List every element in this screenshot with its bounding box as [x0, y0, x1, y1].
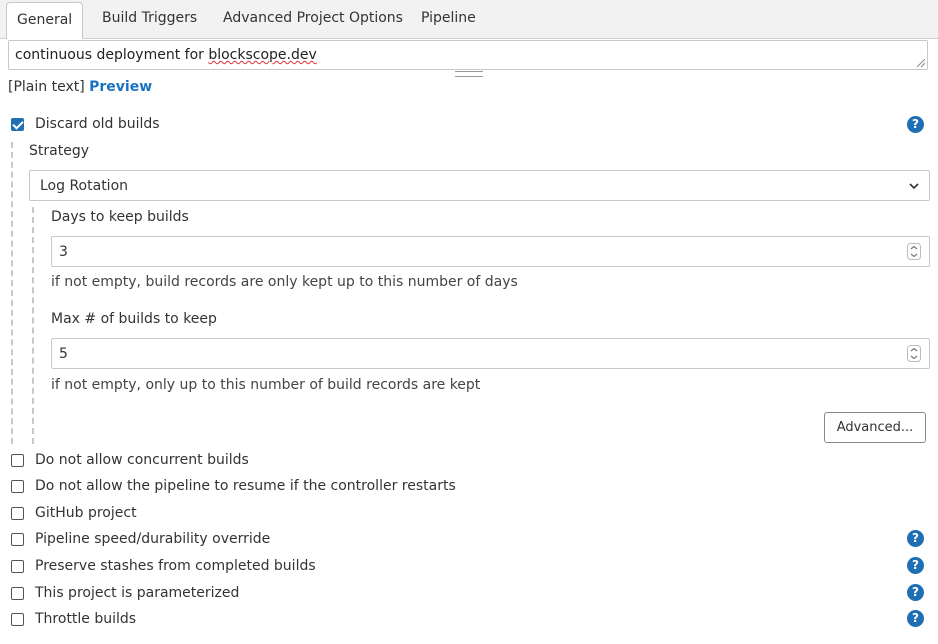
option-checkbox[interactable] [11, 507, 24, 520]
max-builds-hint: if not empty, only up to this number of … [51, 377, 481, 393]
option-checkbox[interactable] [11, 613, 24, 626]
tab-build-triggers[interactable]: Build Triggers [102, 10, 197, 26]
days-to-keep-value: 3 [59, 244, 68, 260]
description-text: continuous deployment for blockscope.dev [15, 47, 317, 63]
option-label: This project is parameterized [35, 585, 240, 601]
tab-advanced-project-options[interactable]: Advanced Project Options [223, 10, 403, 26]
option-label: Do not allow the pipeline to resume if t… [35, 478, 456, 494]
discard-old-builds-checkbox[interactable] [11, 118, 24, 131]
number-spinner-icon[interactable] [907, 243, 921, 260]
tab-general[interactable]: General [6, 2, 84, 39]
help-icon[interactable]: ? [907, 584, 924, 601]
option-checkbox[interactable] [11, 454, 24, 467]
help-icon[interactable]: ? [907, 530, 924, 547]
preview-link[interactable]: Preview [89, 79, 152, 95]
option-label: Preserve stashes from completed builds [35, 558, 316, 574]
max-builds-value: 5 [59, 346, 68, 362]
tab-bar: General Build Triggers Advanced Project … [0, 0, 938, 39]
description-misspelled-word: blockscope.dev [208, 47, 317, 63]
textarea-drag-handle[interactable] [455, 71, 483, 77]
format-line: [Plain text] Preview [8, 79, 152, 95]
option-label: Pipeline speed/durability override [35, 531, 271, 547]
days-to-keep-hint: if not empty, build records are only kep… [51, 274, 518, 290]
strategy-value: Log Rotation [40, 178, 129, 194]
strategy-label: Strategy [29, 143, 89, 159]
option-checkbox[interactable] [11, 560, 24, 573]
days-to-keep-label: Days to keep builds [51, 209, 189, 225]
option-checkbox[interactable] [11, 480, 24, 493]
description-prefix: continuous deployment for [15, 47, 209, 63]
plain-text-label: [Plain text] [8, 79, 85, 95]
help-icon[interactable]: ? [907, 116, 924, 133]
discard-old-builds-label: Discard old builds [35, 116, 160, 132]
description-textarea[interactable]: continuous deployment for blockscope.dev [8, 40, 928, 70]
option-label: Do not allow concurrent builds [35, 452, 249, 468]
section-divider [11, 142, 13, 444]
chevron-down-icon [909, 183, 919, 190]
subsection-divider [32, 207, 34, 444]
max-builds-label: Max # of builds to keep [51, 311, 217, 327]
option-checkbox[interactable] [11, 587, 24, 600]
tab-pipeline[interactable]: Pipeline [421, 10, 476, 26]
help-icon[interactable]: ? [907, 610, 924, 627]
option-checkbox[interactable] [11, 533, 24, 546]
days-to-keep-input[interactable]: 3 [51, 236, 930, 267]
resize-grip-icon[interactable] [917, 59, 925, 67]
number-spinner-icon[interactable] [907, 345, 921, 362]
option-label: GitHub project [35, 505, 137, 521]
strategy-select[interactable]: Log Rotation [29, 170, 930, 201]
option-label: Throttle builds [35, 611, 137, 627]
help-icon[interactable]: ? [907, 557, 924, 574]
max-builds-input[interactable]: 5 [51, 338, 930, 369]
advanced-button[interactable]: Advanced... [824, 412, 926, 443]
